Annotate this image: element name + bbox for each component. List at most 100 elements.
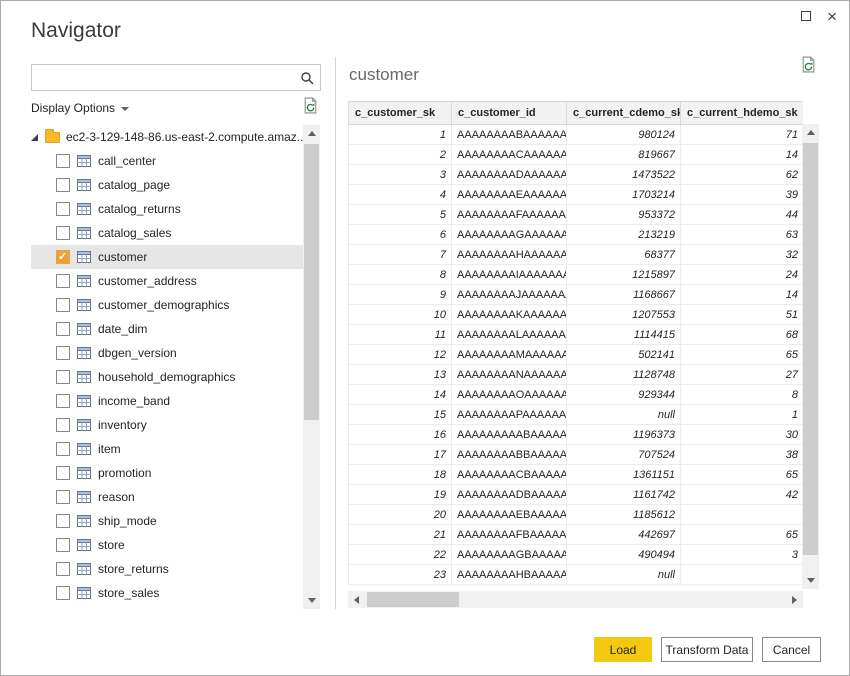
checkbox[interactable] (56, 346, 70, 360)
tree-item-label: item (98, 442, 121, 456)
refresh-preview-icon[interactable] (800, 56, 817, 78)
maximize-button[interactable] (801, 8, 811, 26)
tree-item-label: call_center (98, 154, 156, 168)
display-options-dropdown[interactable]: Display Options (31, 101, 129, 115)
checkbox[interactable] (56, 298, 70, 312)
tree-item-income_band[interactable]: income_band (31, 389, 303, 413)
tree-item-catalog_sales[interactable]: catalog_sales (31, 221, 303, 245)
table-icon (77, 539, 91, 551)
table-icon (77, 251, 91, 263)
search-input[interactable] (32, 65, 294, 90)
checkbox[interactable] (56, 442, 70, 456)
cell-text: AAAAAAAAGAAAAAAA (452, 225, 567, 245)
tree-item-call_center[interactable]: call_center (31, 149, 303, 173)
scroll-down-icon[interactable] (802, 572, 819, 589)
checkbox[interactable] (56, 274, 70, 288)
tree-item-customer_demographics[interactable]: customer_demographics (31, 293, 303, 317)
scroll-up-icon[interactable] (802, 124, 819, 141)
preview-vertical-scrollbar[interactable] (802, 124, 819, 589)
scroll-up-icon[interactable] (303, 125, 320, 142)
tree-item-store[interactable]: store (31, 533, 303, 557)
cell-number: 27 (681, 365, 804, 385)
tree-item-inventory[interactable]: inventory (31, 413, 303, 437)
checkbox[interactable] (56, 250, 70, 264)
tree-item-ship_mode[interactable]: ship_mode (31, 509, 303, 533)
tree-root-server[interactable]: ec2-3-129-148-86.us-east-2.compute.amaz.… (31, 125, 303, 149)
tree-item-store_sales[interactable]: store_sales (31, 581, 303, 605)
checkbox[interactable] (56, 202, 70, 216)
cell-number: 62 (681, 165, 804, 185)
preview-vscroll-thumb[interactable] (803, 143, 818, 555)
cell-text: AAAAAAAAEAAAAAAA (452, 185, 567, 205)
table-icon (77, 515, 91, 527)
tree-item-customer[interactable]: customer (31, 245, 303, 269)
scroll-down-icon[interactable] (303, 592, 320, 609)
table-row: 2AAAAAAAACAAAAAAA81966714 (349, 145, 804, 165)
cell-text: AAAAAAAAPAAAAAAA (452, 405, 567, 425)
tree-item-label: catalog_page (98, 178, 170, 192)
tree-item-household_demographics[interactable]: household_demographics (31, 365, 303, 389)
scroll-left-icon[interactable] (348, 591, 365, 608)
column-header-c_customer_sk[interactable]: c_customer_sk (349, 102, 452, 125)
checkbox[interactable] (56, 490, 70, 504)
preview-horizontal-scrollbar[interactable] (348, 591, 803, 608)
cell-number: 1114415 (567, 325, 681, 345)
tree-item-promotion[interactable]: promotion (31, 461, 303, 485)
table-icon (77, 395, 91, 407)
table-row: 13AAAAAAAANAAAAAAA112874827 (349, 365, 804, 385)
checkbox[interactable] (56, 418, 70, 432)
table-row: 20AAAAAAAAEBAAAAAA1185612 (349, 505, 804, 525)
tree-item-store_returns[interactable]: store_returns (31, 557, 303, 581)
load-button[interactable]: Load (594, 637, 652, 662)
table-row: 15AAAAAAAAPAAAAAAAnull1 (349, 405, 804, 425)
cell-number: 63 (681, 225, 804, 245)
checkbox[interactable] (56, 178, 70, 192)
checkbox[interactable] (56, 370, 70, 384)
tree-item-reason[interactable]: reason (31, 485, 303, 509)
cell-number: 14 (681, 145, 804, 165)
checkbox[interactable] (56, 154, 70, 168)
close-icon[interactable]: × (827, 10, 837, 24)
tree-item-label: promotion (98, 466, 151, 480)
tree-item-catalog_page[interactable]: catalog_page (31, 173, 303, 197)
scroll-right-icon[interactable] (786, 591, 803, 608)
expand-arrow-icon[interactable] (31, 134, 38, 141)
tree-scrollbar-thumb[interactable] (304, 144, 319, 420)
preview-hscroll-thumb[interactable] (367, 592, 459, 607)
checkbox[interactable] (56, 562, 70, 576)
cell-text: AAAAAAAANAAAAAAA (452, 365, 567, 385)
cell-number: 6 (349, 225, 452, 245)
search-icon[interactable] (294, 71, 320, 85)
tree-item-dbgen_version[interactable]: dbgen_version (31, 341, 303, 365)
tree-scrollbar[interactable] (303, 125, 320, 609)
tree-item-label: store_sales (98, 586, 159, 600)
checkbox[interactable] (56, 538, 70, 552)
cell-text: AAAAAAAADBAAAAAA (452, 485, 567, 505)
cell-number: 1185612 (567, 505, 681, 525)
column-header-c_customer_id[interactable]: c_customer_id (452, 102, 567, 125)
checkbox[interactable] (56, 586, 70, 600)
column-header-c_current_cdemo_sk[interactable]: c_current_cdemo_sk (567, 102, 681, 125)
refresh-tree-icon[interactable] (302, 97, 319, 119)
table-row: 12AAAAAAAAMAAAAAAA50214165 (349, 345, 804, 365)
table-icon (77, 443, 91, 455)
cell-number: 14 (349, 385, 452, 405)
checkbox[interactable] (56, 226, 70, 240)
cell-number: 819667 (567, 145, 681, 165)
transform-data-button[interactable]: Transform Data (661, 637, 753, 662)
checkbox[interactable] (56, 466, 70, 480)
cell-text: AAAAAAAAHAAAAAAA (452, 245, 567, 265)
checkbox[interactable] (56, 514, 70, 528)
tree-item-catalog_returns[interactable]: catalog_returns (31, 197, 303, 221)
table-icon (77, 299, 91, 311)
tree-item-customer_address[interactable]: customer_address (31, 269, 303, 293)
checkbox[interactable] (56, 394, 70, 408)
cell-number: 1196373 (567, 425, 681, 445)
column-header-c_current_hdemo_sk[interactable]: c_current_hdemo_sk (681, 102, 804, 125)
table-icon (77, 275, 91, 287)
tree-item-date_dim[interactable]: date_dim (31, 317, 303, 341)
tree-item-item[interactable]: item (31, 437, 303, 461)
tree-item-label: customer_address (98, 274, 197, 288)
cancel-button[interactable]: Cancel (762, 637, 821, 662)
checkbox[interactable] (56, 322, 70, 336)
